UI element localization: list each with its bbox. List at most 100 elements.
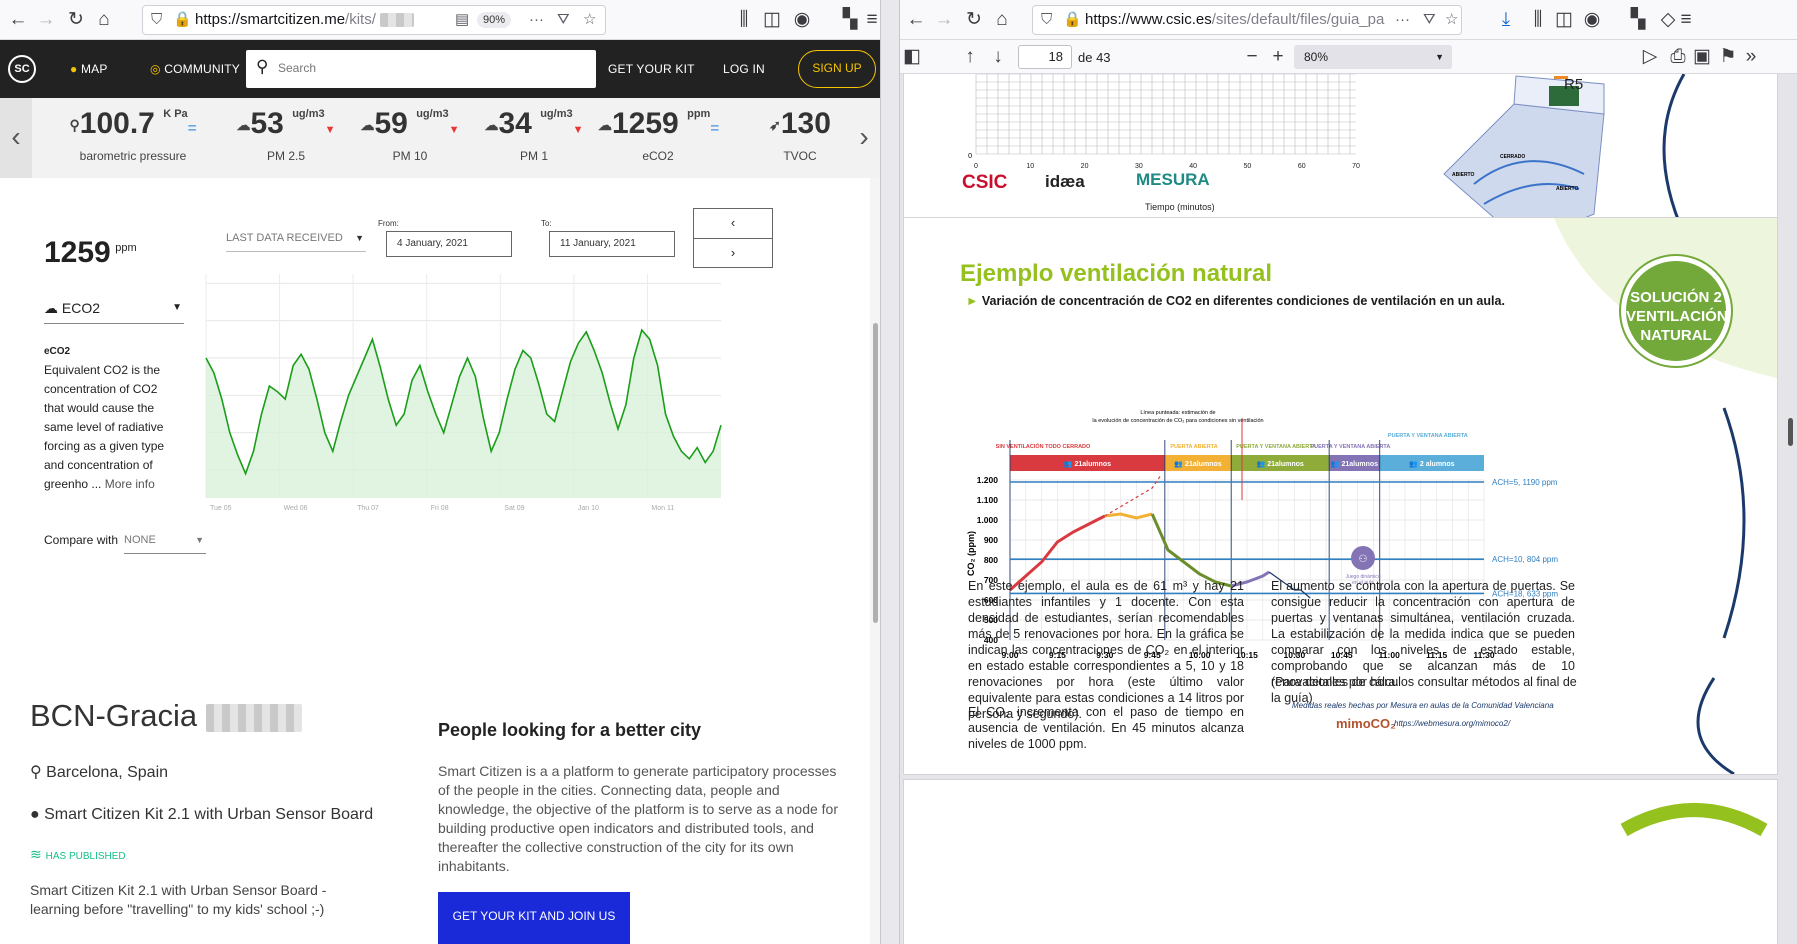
signup-button[interactable]: SIGN UP — [798, 50, 876, 88]
reload-icon[interactable]: ↻ — [962, 8, 986, 32]
chevron-down-icon: ▼ — [355, 233, 364, 243]
menu-icon[interactable]: ≡ — [1678, 8, 1694, 32]
zoom-in-icon[interactable]: + — [1266, 45, 1290, 69]
shield-icon[interactable]: ⛉ — [1041, 6, 1052, 34]
sensor-pm25[interactable]: ☁53 ug/m3▼ PM 2.5 — [226, 98, 346, 178]
join-button[interactable]: GET YOUR KIT AND JOIN US — [438, 892, 630, 944]
bookmark-star-icon[interactable]: ☆ — [583, 6, 596, 34]
nav-login[interactable]: LOG IN — [723, 40, 765, 98]
smartcitizen-logo[interactable]: SC — [8, 55, 36, 83]
sensor-next-arrow[interactable]: › — [848, 98, 880, 178]
library-icon[interactable]: ⫼ — [1526, 8, 1550, 32]
sensor-pm10[interactable]: ☁59 ug/m3▼ PM 10 — [350, 98, 470, 178]
next-page-icon[interactable]: ↓ — [986, 45, 1010, 69]
sensor-eco2[interactable]: ☁1259 ppm= eCO2 — [598, 98, 719, 178]
credit-note: Medidas reales hechas por Mesura en aula… — [1292, 701, 1554, 710]
lock-icon: 🔒 — [173, 11, 192, 28]
zoom-out-icon[interactable]: − — [1240, 45, 1264, 69]
chevron-down-icon: ▼ — [172, 302, 182, 313]
date-prev-button[interactable]: ‹ — [694, 209, 772, 239]
chart-note: Línea punteada: estimación de — [1140, 410, 1215, 416]
stable-icon: = — [187, 120, 197, 137]
sidebar-icon[interactable]: ◫ — [1552, 8, 1576, 32]
paragraph-left-2: El CO₂ incrementa con el paso de tiempo … — [968, 705, 1244, 751]
search-placeholder: Search — [278, 61, 317, 75]
back-icon[interactable]: ← — [6, 8, 30, 32]
url-host: https://smartcitizen.me — [195, 11, 346, 28]
library-icon[interactable]: ⫼ — [732, 8, 756, 32]
presentation-icon[interactable]: ▷ — [1638, 45, 1662, 69]
kit-description: Smart Citizen Kit 2.1 with Urban Sensor … — [30, 882, 327, 917]
right-browser-window: ← → ↻ ⌂ ⛉ 🔒 https://www.csic.es/sites/de… — [900, 0, 1797, 944]
mimoco-link[interactable]: https://webmesura.org/mimoco2/ — [1394, 719, 1510, 728]
reader-view-icon[interactable]: ▤ — [455, 6, 469, 34]
from-date-field[interactable]: 4 January, 2021 — [386, 231, 512, 257]
phase-students-label: 👥 21alumnos — [1064, 461, 1111, 468]
activity-glyph: ⚇ — [1359, 554, 1368, 565]
last-data-dropdown[interactable]: LAST DATA RECEIVED ▼ — [226, 228, 366, 252]
date-next-button[interactable]: › — [694, 239, 772, 269]
page-number-input[interactable]: 18 — [1018, 45, 1072, 69]
page-actions-icon[interactable]: ··· — [1395, 6, 1410, 34]
account-icon[interactable]: ◉ — [1580, 8, 1604, 32]
promo-title: People looking for a better city — [438, 720, 702, 740]
search-input[interactable]: ⚲ Search — [246, 50, 596, 88]
shield-icon[interactable]: ⛉ — [151, 6, 162, 34]
compare-select[interactable]: NONE ▼ — [124, 534, 206, 554]
home-icon[interactable]: ⌂ — [92, 8, 116, 32]
site-navbar: SC ● MAP ◎ COMMUNITY ⚲ Search GET YOUR K… — [0, 40, 880, 98]
reference-label: ACH=5, 1190 ppm — [1492, 478, 1558, 487]
search-icon: ⚲ — [256, 57, 269, 76]
reload-icon[interactable]: ↻ — [64, 8, 88, 32]
paragraph-left-1: En este ejemplo, el aula es de 61 m³ y h… — [968, 579, 1244, 721]
extensions-icon[interactable]: ▚ — [838, 8, 862, 32]
sensor-prev-arrow[interactable]: ‹ — [0, 98, 32, 178]
sensor-pressure[interactable]: ⚲100.7 K Pa= barometric pressure — [60, 98, 206, 178]
previous-page-icon[interactable]: ↑ — [958, 45, 982, 69]
url-bar[interactable]: ⛉ 🔒 https://smartcitizen.me/kits/ ▤ 90% … — [142, 5, 606, 35]
extensions-icon[interactable]: ▚ — [1626, 8, 1650, 32]
x-tick-label: 50 — [1244, 163, 1252, 170]
back-icon[interactable]: ← — [904, 8, 928, 32]
page-scrollbar[interactable] — [870, 178, 880, 944]
menu-icon[interactable]: ≡ — [864, 8, 880, 32]
to-date-field[interactable]: 11 January, 2021 — [549, 231, 675, 257]
sensor-selector[interactable]: ☁ ECO2 ▼ — [44, 300, 184, 324]
url-bar[interactable]: ⛉ 🔒 https://www.csic.es/sites/default/fi… — [1032, 5, 1462, 35]
page-actions-icon[interactable]: ··· — [529, 6, 544, 34]
sensor-pm1[interactable]: ☁34 ug/m3▼ PM 1 — [474, 98, 594, 178]
bookmark-icon[interactable]: ⚑ — [1716, 45, 1740, 69]
sidebar-icon[interactable]: ◫ — [760, 8, 784, 32]
addon-icon[interactable]: ◇ — [1656, 8, 1680, 32]
chart-note: la evolución de concentración de CO₂ par… — [1092, 418, 1263, 424]
chevron-down-icon: ▼ — [1435, 52, 1444, 62]
save-icon[interactable]: ▣ — [1690, 45, 1714, 69]
leaf-icon: ➶ — [769, 117, 781, 134]
nav-map[interactable]: ● MAP — [70, 40, 108, 98]
forward-icon[interactable]: → — [932, 8, 956, 32]
pdf-viewer[interactable]: 0 10 20 30 40 50 60 70 0 ABIERTO CERRADO ABIERTO Ti… — [900, 74, 1797, 944]
pdf-sidebar-toggle-icon[interactable]: ◧ — [900, 45, 924, 69]
print-icon[interactable]: ⎙ — [1666, 45, 1690, 69]
tools-icon[interactable]: » — [1742, 45, 1760, 69]
nav-community[interactable]: ◎ COMMUNITY — [150, 40, 240, 98]
zoom-badge[interactable]: 90% — [477, 12, 512, 28]
zoom-select[interactable]: 80% ▼ — [1294, 45, 1452, 69]
pocket-icon[interactable]: ⛛ — [557, 6, 570, 34]
more-info-link[interactable]: More info — [105, 477, 155, 491]
pdf-page-17: 0 10 20 30 40 50 60 70 0 ABIERTO CERRADO ABIERTO Ti… — [904, 74, 1777, 240]
bookmark-star-icon[interactable]: ☆ — [1445, 6, 1458, 34]
pocket-icon[interactable]: ⛛ — [1423, 6, 1436, 34]
window-divider[interactable] — [880, 0, 900, 944]
redacted-name — [205, 703, 302, 732]
home-icon[interactable]: ⌂ — [990, 8, 1014, 32]
x-tick-label: 40 — [1189, 163, 1197, 170]
pdf-scrollbar[interactable] — [1785, 74, 1797, 944]
download-icon[interactable]: ⤓ — [1494, 8, 1518, 32]
sensor-tvoc[interactable]: ➶130 TVOC — [750, 98, 850, 178]
eco2-chart[interactable]: 1,0001,2001,4001,6001,8002,000Tue 05Wed … — [196, 268, 830, 538]
x-tick-label: 30 — [1135, 163, 1143, 170]
account-icon[interactable]: ◉ — [790, 8, 814, 32]
nav-get-kit[interactable]: GET YOUR KIT — [608, 40, 695, 98]
forward-icon[interactable]: → — [34, 8, 58, 32]
